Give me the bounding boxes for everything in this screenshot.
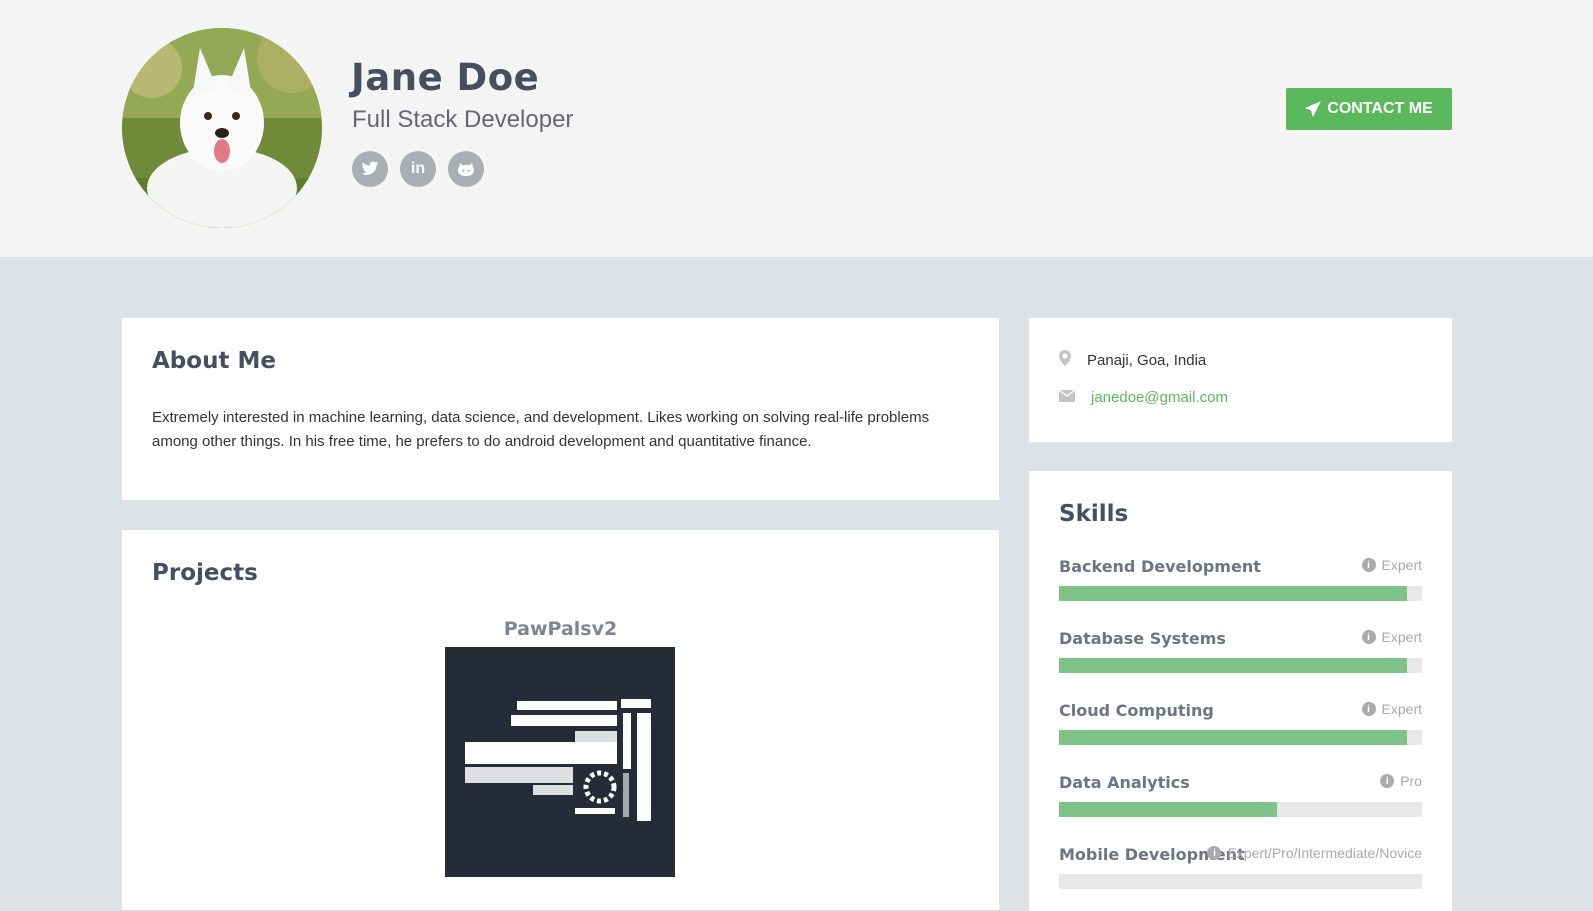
map-marker-icon [1059,350,1087,370]
skill-bar [1059,658,1422,673]
envelope-icon [1058,389,1087,406]
info-icon[interactable]: i [1361,558,1376,572]
skill-item: Data Analytics i Pro [1059,773,1422,817]
info-icon[interactable]: i [1207,846,1222,860]
skill-level: i Pro [1380,773,1422,789]
skill-item: Backend Development i Expert [1059,557,1422,601]
skill-level: i Expert [1361,629,1422,645]
info-icon[interactable]: i [1361,630,1376,644]
skill-level-label: Expert [1381,629,1422,645]
social-links: in [352,151,484,187]
skill-bar [1059,802,1422,817]
skill-item: Database Systems i Expert [1059,629,1422,673]
skill-name: Data Analytics [1059,773,1190,792]
skill-item: Cloud Computing i Expert [1059,701,1422,745]
skill-level-label: Pro [1400,773,1422,789]
about-card: About Me Extremely interested in machine… [122,318,999,500]
skill-bar-fill [1059,658,1408,673]
profile-header: Jane Doe Full Stack Developer in CONTACT… [0,0,1593,257]
email-row: janedoe@gmail.com [1058,389,1228,406]
profile-name: Jane Doe [351,56,540,99]
about-text: Extremely interested in machine learning… [152,409,930,450]
skill-bar-fill [1059,586,1408,601]
linkedin-glyph: in [410,160,426,177]
profile-title: Full Stack Developer [352,106,574,133]
skill-level: i Expert [1361,701,1422,717]
project-title[interactable]: PawPalsv2 [122,618,999,640]
info-icon[interactable]: i [1361,702,1376,716]
avatar [122,28,322,228]
project-image[interactable] [445,647,675,877]
projects-heading: Projects [152,560,258,586]
skills-heading: Skills [1059,501,1129,527]
contact-info-card: Panaji, Goa, India janedoe@gmail.com [1029,318,1452,442]
github-icon[interactable] [448,151,484,187]
paper-plane-icon [1305,101,1322,117]
twitter-icon[interactable] [352,151,388,187]
contact-me-label: CONTACT ME [1327,100,1433,117]
linkedin-icon[interactable]: in [400,151,436,187]
skills-card: Skills Backend Development i Expert Datab… [1029,471,1452,911]
location-row: Panaji, Goa, India [1059,350,1206,370]
skill-bar [1059,586,1422,601]
info-icon[interactable]: i [1380,774,1395,788]
skill-bar [1059,874,1422,889]
skill-level-label: Expert [1381,701,1422,717]
skill-level-label: Expert [1381,557,1422,573]
skill-level: i Expert/Pro/Intermediate/Novice [1207,845,1422,861]
skill-level-label: Expert/Pro/Intermediate/Novice [1227,845,1422,861]
projects-card: Projects PawPalsv2 [122,530,999,910]
location-text: Panaji, Goa, India [1087,351,1207,369]
about-heading: About Me [152,348,276,374]
skill-bar [1059,730,1422,745]
contact-me-button[interactable]: CONTACT ME [1286,88,1452,130]
email-link[interactable]: janedoe@gmail.com [1091,389,1228,406]
skill-bar-fill [1059,730,1408,745]
skill-bar-fill [1059,802,1277,817]
skill-level: i Expert [1361,557,1422,573]
skill-item: Mobile Development i Expert/Pro/Intermedi… [1059,845,1422,889]
